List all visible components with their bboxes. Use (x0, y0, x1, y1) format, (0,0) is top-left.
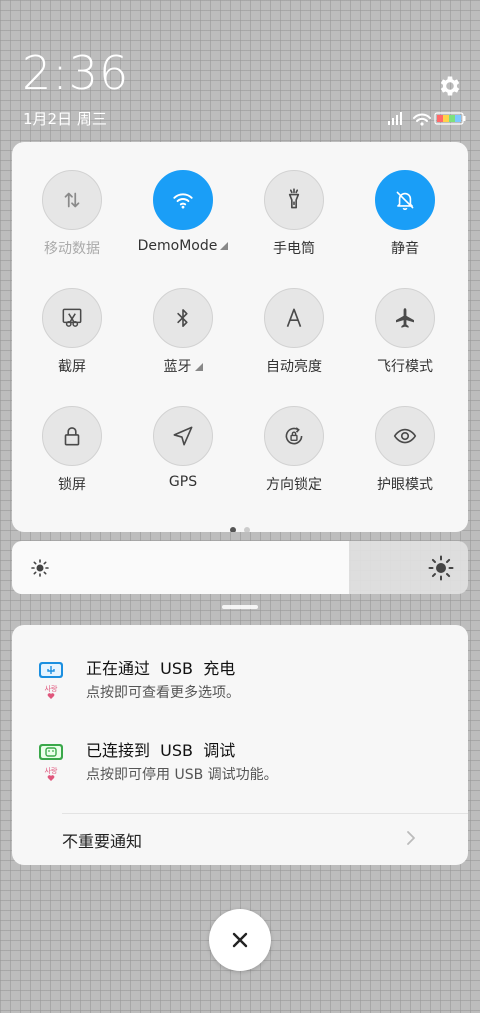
notification-title: 正在通过 USB 充电 (86, 659, 236, 678)
notification-title: 已连接到 USB 调试 (86, 741, 236, 760)
tile-label-text: 手电筒 (273, 241, 315, 257)
tile-label: 方向锁定 (239, 474, 349, 493)
tile-label: GPS (128, 474, 238, 492)
brightness-high-icon (428, 555, 454, 581)
tile-auto-brightness[interactable]: 自动亮度 (239, 288, 349, 375)
tile-flashlight[interactable]: 手电筒 (239, 170, 349, 257)
tile-label-text: 方向锁定 (266, 477, 322, 493)
notification-text: 点按即可查看更多选项。 (86, 685, 240, 701)
bluetooth-icon (177, 309, 188, 327)
unimportant-notifications-link[interactable]: 不重要通知 (62, 828, 142, 852)
wifi-status-icon (413, 113, 431, 122)
page-dot-1[interactable] (230, 527, 236, 532)
tile-label-text: 自动亮度 (266, 359, 322, 375)
brightness-low-icon (31, 559, 49, 577)
tile-gps[interactable]: GPS (128, 406, 238, 492)
tile-wifi[interactable]: DemoMode (128, 170, 238, 256)
tile-label-text: 锁屏 (58, 477, 86, 493)
quick-settings-panel: 移动数据 DemoMode 手电筒 静音截屏 蓝牙 自动亮度 飞行模式锁屏 GPS 方向锁定 护眼… (12, 142, 468, 532)
tile-airplane-button[interactable] (375, 288, 435, 348)
tile-screenshot[interactable]: 截屏 (17, 288, 127, 375)
tile-airplane[interactable]: 飞行模式 (350, 288, 460, 375)
tile-label-text: GPS (168, 474, 198, 490)
page-indicator (12, 518, 468, 532)
notification-usb-charging[interactable]: 사랑 正在通过 USB 充电 点按即可查看更多选项。 (12, 653, 468, 723)
rotation-lock-icon (285, 427, 303, 445)
tile-label-text: DemoMode (137, 238, 218, 254)
tile-mute-button[interactable] (375, 170, 435, 230)
tile-label: 护眼模式 (350, 474, 460, 493)
settings-gear-icon[interactable] (437, 73, 463, 99)
notification-panel: 사랑 正在通过 USB 充电 点按即可查看更多选项。 사랑 已连接到 USB 调… (12, 625, 468, 865)
chevron-right-icon (407, 831, 415, 845)
usb-charge-icon: 사랑 (38, 659, 64, 701)
tile-rotation-lock[interactable]: 方向锁定 (239, 406, 349, 493)
status-icons (388, 110, 468, 126)
tile-eye-care-button[interactable] (375, 406, 435, 466)
tile-bluetooth[interactable]: 蓝牙 (128, 288, 238, 375)
dropdown-triangle-icon[interactable] (194, 363, 203, 371)
tile-flashlight-button[interactable] (264, 170, 324, 230)
tile-label: 截屏 (17, 356, 127, 375)
tile-label-text: 蓝牙 (163, 359, 192, 375)
tile-lock-screen[interactable]: 锁屏 (17, 406, 127, 493)
signal-icon (388, 112, 402, 125)
tile-label-text: 护眼模式 (377, 477, 433, 493)
tile-bluetooth-button[interactable] (153, 288, 213, 348)
brightness-fill (12, 541, 350, 594)
tile-screenshot-button[interactable] (42, 288, 102, 348)
airplane-icon (396, 308, 414, 328)
tile-mobile-data[interactable]: 移动数据 (17, 170, 127, 257)
data-arrows-icon (64, 192, 80, 208)
flashlight-icon (288, 188, 300, 209)
tile-mobile-data-button[interactable] (42, 170, 102, 230)
tile-rotation-lock-button[interactable] (264, 406, 324, 466)
tile-label: 飞行模式 (350, 356, 460, 375)
tile-label-text: 移动数据 (44, 241, 100, 257)
tile-label: 手电筒 (239, 238, 349, 257)
scissors-icon (62, 308, 82, 327)
tile-label: 自动亮度 (239, 356, 349, 375)
tile-lock-screen-button[interactable] (42, 406, 102, 466)
tile-gps-button[interactable] (153, 406, 213, 466)
letter-a-icon (286, 308, 302, 327)
tile-label: 蓝牙 (128, 356, 238, 375)
svg-text:사랑: 사랑 (45, 766, 58, 775)
page-dot-2[interactable] (244, 527, 250, 532)
tile-eye-care[interactable]: 护眼模式 (350, 406, 460, 493)
tile-label-text: 截屏 (58, 359, 86, 375)
tile-auto-brightness-button[interactable] (264, 288, 324, 348)
battery-icon (434, 112, 466, 125)
wifi-icon (173, 193, 193, 209)
android-debug-icon: 사랑 (38, 741, 64, 783)
lock-icon (64, 427, 80, 446)
drag-handle[interactable] (222, 605, 258, 609)
brightness-slider[interactable] (12, 541, 468, 594)
bell-off-icon (396, 191, 414, 211)
dropdown-triangle-icon[interactable] (220, 242, 229, 250)
status-date: 1月2日 周三 (23, 110, 107, 128)
tile-label-text: 飞行模式 (377, 359, 433, 375)
tile-label: 移动数据 (17, 238, 127, 257)
close-button[interactable] (209, 909, 271, 971)
eye-icon (393, 428, 417, 444)
tile-label: 锁屏 (17, 474, 127, 493)
tile-wifi-button[interactable] (153, 170, 213, 230)
close-icon (232, 932, 248, 948)
svg-text:사랑: 사랑 (45, 684, 58, 693)
notification-text: 点按即可停用 USB 调试功能。 (86, 767, 278, 783)
divider (62, 813, 468, 814)
status-time: 2:36 (22, 46, 130, 100)
tile-label: DemoMode (128, 238, 238, 256)
tile-label-text: 静音 (391, 241, 419, 257)
tile-mute[interactable]: 静音 (350, 170, 460, 257)
notification-usb-debugging[interactable]: 사랑 已连接到 USB 调试 点按即可停用 USB 调试功能。 (12, 735, 468, 805)
tile-label: 静音 (350, 238, 460, 257)
location-arrow-icon (173, 426, 193, 446)
